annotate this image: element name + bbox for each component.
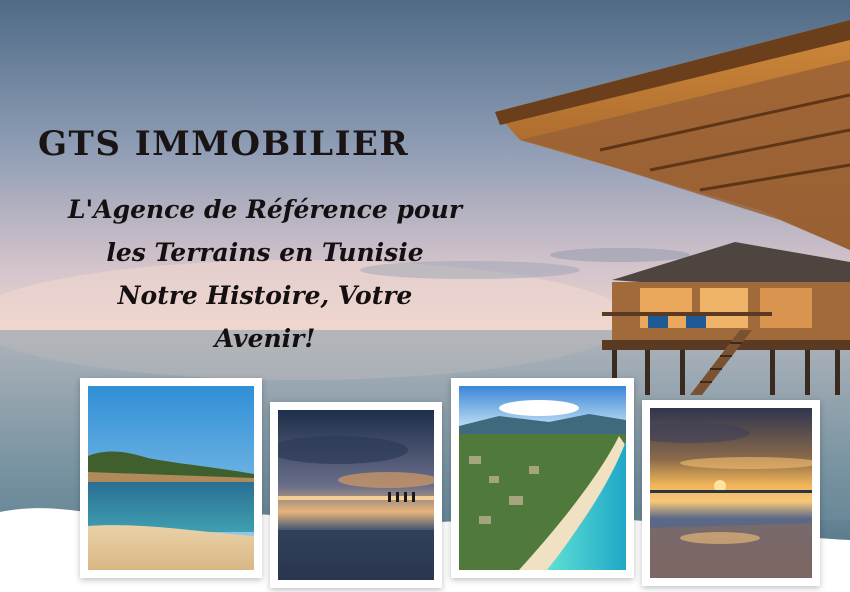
tagline-line-2: les Terrains en Tunisie (106, 238, 424, 267)
tagline-line-1: L'Agence de Référence pour (67, 195, 463, 224)
golden-sunset-image (650, 408, 812, 578)
tagline-line-4: Avenir! (214, 324, 316, 353)
tagline-line-3: Notre Histoire, Votre (117, 281, 413, 310)
aerial-beach-image (459, 386, 626, 570)
photo-golden-sunset (642, 400, 820, 586)
sunset-pier-image (278, 410, 434, 580)
photo-coastline (80, 378, 262, 578)
photo-aerial-beach (451, 378, 634, 578)
coastline-image (88, 386, 254, 570)
brand-title: GTS IMMOBILIER (38, 124, 410, 164)
photo-sunset-pier (270, 402, 442, 588)
tagline: L'Agence de Référence pour les Terrains … (40, 188, 490, 360)
